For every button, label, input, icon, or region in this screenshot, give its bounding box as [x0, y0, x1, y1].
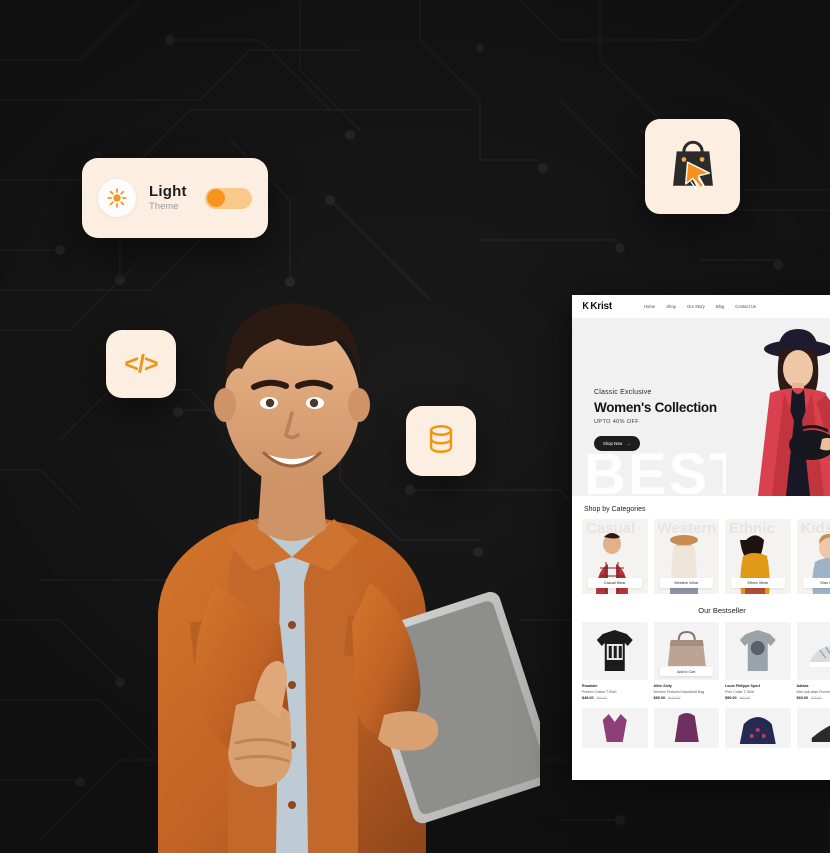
product-card[interactable]: Adidas Men adi-dash Running Shoes $60.00… [796, 622, 830, 700]
product-image[interactable] [796, 707, 830, 748]
categories-list: Casual Casual Wear Western Western Wear … [572, 519, 830, 594]
toggle-knob [206, 189, 225, 207]
bestseller-title: Our Bestseller [698, 606, 746, 615]
product-old-price: $100.00 [668, 695, 681, 700]
hero-watermark: BEST [584, 442, 747, 497]
product-image [725, 622, 791, 680]
site-header: K Krist Home Shop Our Story Blog Contact… [572, 295, 830, 319]
product-name: Women Textured Handheld Bag [653, 689, 705, 694]
hero-copy: Classic Exclusive Women's Collection UPT… [594, 389, 717, 451]
theme-title: Light [149, 182, 187, 200]
product-name: Men adi-dash Running Shoes [796, 689, 830, 694]
product-old-price: $70.00 [811, 695, 822, 700]
product-image[interactable] [725, 707, 791, 748]
nav-item-our-story[interactable]: Our Story [687, 304, 705, 309]
product-card[interactable]: Roadster Printed Cotton T-Shirt $48.00 $… [582, 622, 648, 700]
category-label: Western Wear [659, 578, 713, 588]
hero-offer: UPTO 40% OFF [594, 419, 640, 425]
product-card[interactable]: Add to Cart Allen Solly Women Textured H… [653, 622, 720, 700]
category-card[interactable]: Western Western Wear [653, 519, 719, 594]
theme-toggle-switch[interactable] [205, 187, 252, 209]
logo-mark-k: K [582, 300, 589, 312]
theme-toggle-card[interactable]: Light Theme [82, 158, 268, 238]
product-price-row: $80.00 $100.00 [654, 696, 720, 700]
shopping-bag-cursor-icon [664, 135, 722, 198]
product-image [796, 622, 830, 680]
hero-model-photo [726, 319, 830, 496]
category-label: Ethnic Wear [731, 578, 785, 588]
categories-section-header: Shop by Categories › [572, 496, 830, 519]
category-card[interactable]: Ethnic Ethnic Wear [725, 519, 791, 594]
product-price: $60.00 [796, 695, 809, 700]
product-image[interactable] [582, 707, 648, 748]
product-image [582, 622, 648, 680]
product-brand: Allen Solly [653, 684, 672, 688]
theme-card-text: Light Theme [149, 182, 192, 213]
shopping-bag-icon-card[interactable] [645, 119, 740, 214]
bestseller-products-row-1: Roadster Printed Cotton T-Shirt $48.00 $… [572, 622, 830, 700]
hero-eyebrow: Classic Exclusive [594, 389, 652, 396]
product-brand: Roadster [582, 684, 598, 688]
code-icon: </> [124, 349, 158, 378]
hero-shop-now-button[interactable]: Shop Now → [594, 436, 640, 451]
product-old-price: $60.00 [596, 695, 607, 700]
sun-icon [98, 179, 136, 217]
nav-item-blog[interactable]: Blog [716, 304, 724, 309]
product-price: $48.00 [582, 695, 594, 700]
site-logo[interactable]: K Krist [582, 301, 612, 312]
product-price: $80.00 [653, 695, 666, 700]
category-label: Kids Wear [802, 578, 830, 588]
hero-cta-label: Shop Now [603, 441, 623, 446]
add-to-cart-button[interactable]: Add to Cart [659, 667, 713, 676]
product-price-row: $60.00 $70.00 [797, 696, 830, 700]
category-card[interactable]: Kids Kids Wear [796, 519, 830, 594]
product-price-row: $48.00 $60.00 [582, 696, 648, 700]
theme-subtitle: Theme [149, 201, 179, 213]
product-image: Add to Cart [653, 622, 719, 680]
nav-item-contact-us[interactable]: Contact Us [735, 304, 756, 309]
product-name: Polo Collar T-Shirt [725, 689, 755, 694]
nav-item-shop[interactable]: Shop [666, 304, 676, 309]
database-icon-card[interactable] [406, 406, 476, 476]
site-nav: Home Shop Our Story Blog Contact Us [644, 304, 756, 309]
product-brand: Adidas [796, 684, 809, 688]
hero-banner-stage: Light Theme </> K Krist Home Shop Our St… [0, 0, 830, 853]
website-mockup[interactable]: K Krist Home Shop Our Story Blog Contact… [572, 295, 830, 780]
category-label: Casual Wear [588, 578, 642, 588]
logo-text: Krist [590, 301, 613, 312]
hero-section: BEST Classic Exclusive Women's Collectio… [572, 319, 830, 496]
product-price: $50.00 [725, 695, 737, 700]
bestseller-products-row-2 [572, 707, 830, 748]
arrow-right-icon: → [626, 441, 631, 446]
hero-title: Women's Collection [594, 400, 717, 415]
database-icon [424, 422, 458, 461]
categories-title: Shop by Categories [584, 506, 646, 513]
code-icon-card[interactable]: </> [106, 330, 176, 398]
product-name: Printed Cotton T-Shirt [582, 689, 617, 694]
product-price-row: $50.00 $60.00 [725, 696, 791, 700]
product-card[interactable]: Louis Philippe Sport Polo Collar T-Shirt… [725, 622, 791, 700]
nav-item-home[interactable]: Home [644, 304, 655, 309]
category-card[interactable]: Casual Casual Wear [582, 519, 648, 594]
product-old-price: $60.00 [739, 695, 750, 700]
product-brand: Louis Philippe Sport [725, 684, 760, 688]
product-image[interactable] [653, 707, 719, 748]
